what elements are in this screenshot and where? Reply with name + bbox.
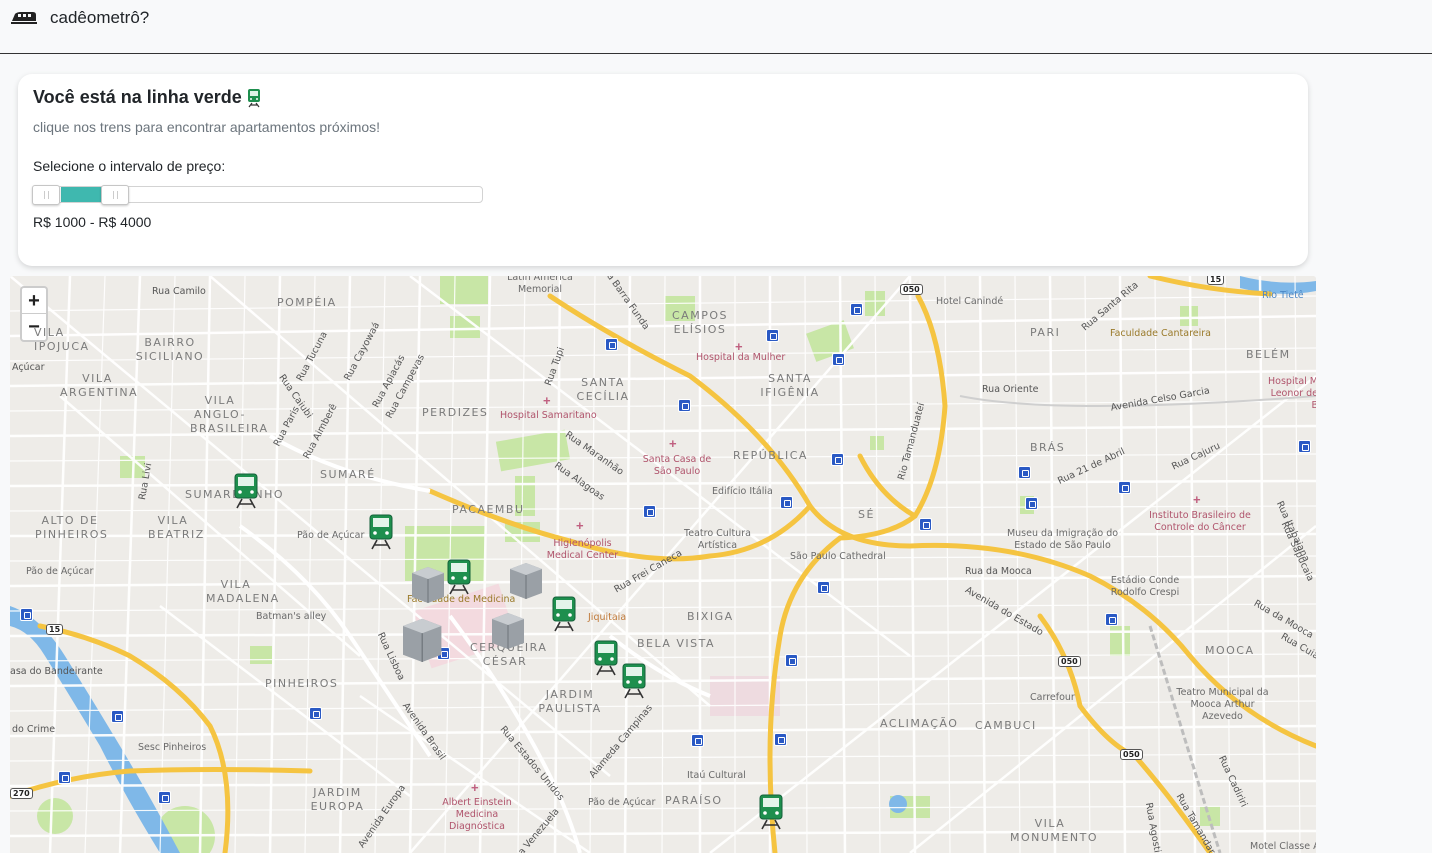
metro-station-pin[interactable] (111, 710, 124, 723)
metro-station-pin[interactable] (309, 707, 322, 720)
price-range-value: R$ 1000 - R$ 4000 (33, 214, 152, 230)
metro-station-pin[interactable] (832, 353, 845, 366)
metro-station-pin[interactable] (158, 791, 171, 804)
metro-station-pin[interactable] (1105, 613, 1118, 626)
price-range-label: Selecione o intervalo de preço: (33, 158, 226, 174)
metro-station-pin[interactable] (831, 453, 844, 466)
train-station-consolacao[interactable] (551, 596, 577, 632)
map-view[interactable]: + − POMPÉIA VILA IPOJUCA BAIRRO SICILIAN… (10, 276, 1316, 853)
metro-station-pin[interactable] (1018, 466, 1031, 479)
metro-station-pin[interactable] (1025, 497, 1038, 510)
apartment-building-icon[interactable] (504, 559, 546, 599)
price-max-handle[interactable] (101, 185, 129, 205)
price-min-handle[interactable] (32, 185, 60, 205)
highway-shield: 270 (10, 788, 33, 799)
panel-title: Você está na linha verde (33, 87, 242, 107)
highway-shield: 050 (900, 284, 923, 295)
apartment-building-icon[interactable] (486, 609, 528, 649)
train-station-trianon[interactable] (593, 640, 619, 676)
apartment-building-icon[interactable] (392, 614, 450, 662)
zoom-in-button[interactable]: + (22, 288, 46, 314)
hospital-icon: + (735, 339, 743, 354)
metro-station-pin[interactable] (58, 771, 71, 784)
highway-shield: 15 (1207, 276, 1225, 285)
highway-shield: 15 (46, 624, 64, 635)
metro-station-pin[interactable] (817, 581, 830, 594)
top-navbar: cadêometrô? (0, 0, 1432, 54)
app-name[interactable]: cadêometrô? (50, 8, 149, 28)
metro-station-pin[interactable] (678, 399, 691, 412)
price-range-slider[interactable] (32, 185, 483, 205)
metro-station-pin[interactable] (1118, 481, 1131, 494)
hospital-icon: + (1193, 492, 1201, 507)
metro-station-pin[interactable] (785, 654, 798, 667)
zoom-control: + − (20, 286, 48, 342)
metro-station-pin[interactable] (691, 734, 704, 747)
metro-station-pin[interactable] (919, 518, 932, 531)
map-tiles[interactable] (10, 276, 1316, 853)
metro-station-pin[interactable] (643, 505, 656, 518)
metro-station-pin[interactable] (774, 733, 787, 746)
metro-station-pin[interactable] (605, 338, 618, 351)
hospital-icon: + (669, 436, 677, 451)
train-station-sumarezinho[interactable] (233, 473, 259, 509)
highway-shield: 050 (1120, 749, 1143, 760)
panel-subtitle: clique nos trens para encontrar apartame… (33, 119, 381, 135)
train-station-paraiso[interactable] (758, 794, 784, 830)
train-silhouette-icon[interactable] (11, 10, 37, 26)
train-station-clinicas[interactable] (446, 559, 472, 595)
green-train-icon (248, 89, 260, 108)
highway-shield: 050 (1058, 656, 1081, 667)
apartment-building-icon[interactable] (406, 563, 448, 603)
metro-station-pin[interactable] (1298, 440, 1311, 453)
train-station-brigadeiro[interactable] (621, 663, 647, 699)
train-station-sumare[interactable] (368, 514, 394, 550)
metro-station-pin[interactable] (780, 496, 793, 509)
hospital-icon: + (471, 780, 479, 795)
filter-panel: Você está na linha verde clique nos tren… (18, 74, 1308, 266)
metro-station-pin[interactable] (20, 608, 33, 621)
zoom-out-button[interactable]: − (22, 314, 46, 340)
hospital-icon: + (576, 518, 584, 533)
metro-station-pin[interactable] (850, 303, 863, 316)
metro-station-pin[interactable] (766, 329, 779, 342)
hospital-icon: + (543, 393, 551, 408)
